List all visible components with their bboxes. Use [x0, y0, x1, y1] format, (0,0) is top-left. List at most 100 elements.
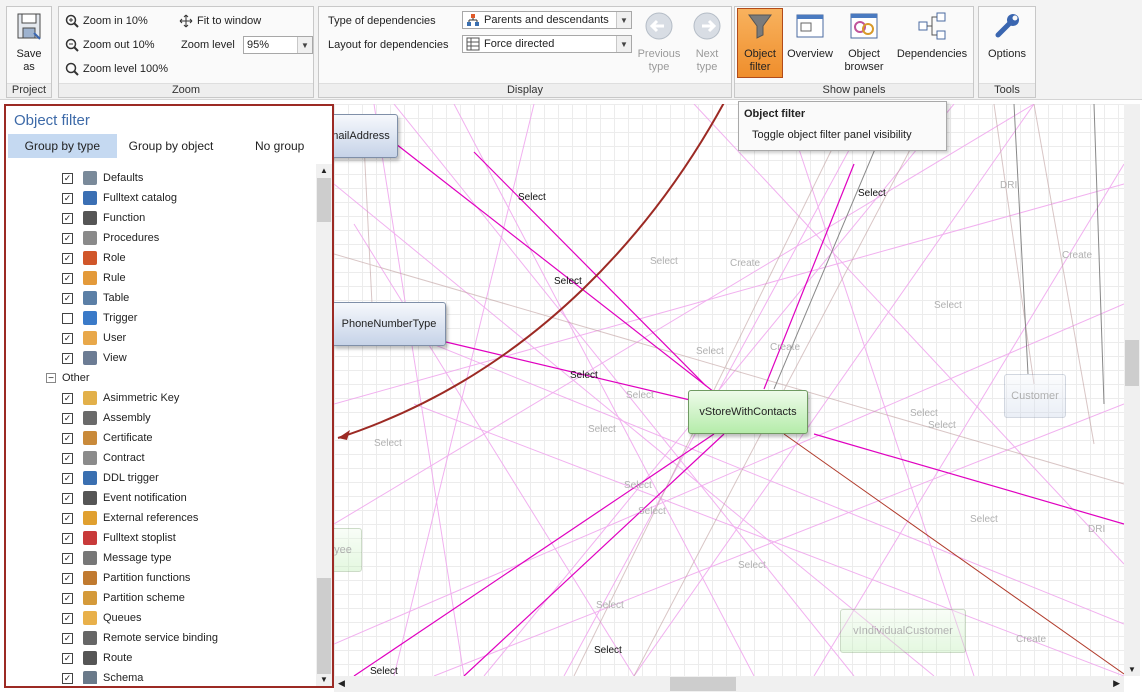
object-browser-button[interactable]: Object browser — [839, 9, 889, 74]
type-checkbox[interactable]: ✓ — [62, 612, 73, 624]
fit-window-button[interactable]: Fit to window — [179, 14, 261, 28]
scroll-thumb[interactable] — [317, 178, 331, 222]
zoom-level-select[interactable]: 95% ▼ — [243, 36, 313, 54]
tab-group-by-type[interactable]: Group by type — [8, 134, 117, 158]
type-checkbox[interactable]: ✓ — [62, 652, 73, 664]
dependency-type-select[interactable]: Parents and descendants ▼ — [462, 11, 632, 29]
object-type-row[interactable]: ✓ Fulltext catalog — [62, 188, 177, 208]
type-checkbox[interactable]: ✓ — [62, 452, 73, 464]
scroll-thumb-lower[interactable] — [317, 578, 331, 674]
previous-type-button[interactable]: Previous type — [637, 9, 681, 74]
type-checkbox[interactable]: ✓ — [62, 412, 73, 424]
edge-label: Select — [554, 276, 582, 287]
type-checkbox[interactable]: ✓ — [62, 172, 73, 184]
object-browser-icon — [850, 13, 878, 39]
type-checkbox[interactable]: ✓ — [62, 352, 73, 364]
type-checkbox[interactable]: ✓ — [62, 292, 73, 304]
diagram-canvas[interactable]: nailAddress PhoneNumberType vStoreWithCo… — [334, 104, 1124, 676]
faint-edge-label: Select — [696, 346, 724, 357]
object-type-row[interactable]: ✓ Route — [62, 648, 132, 668]
dependency-layout-select[interactable]: Force directed ▼ — [462, 35, 632, 53]
canvas-vertical-scrollbar[interactable]: ▼ — [1124, 104, 1140, 676]
zoom-caption: Zoom — [59, 83, 313, 97]
object-type-icon — [83, 531, 97, 545]
object-type-row[interactable]: ✓ Role — [62, 248, 126, 268]
object-type-row[interactable]: ✓ Procedures — [62, 228, 159, 248]
tab-no-group[interactable]: No group — [225, 134, 334, 158]
tab-group-by-object[interactable]: Group by object — [117, 134, 226, 158]
object-type-row[interactable]: ✓ Partition functions — [62, 568, 190, 588]
type-checkbox[interactable]: ✓ — [62, 272, 73, 284]
object-type-row[interactable]: ✓ Message type — [62, 548, 171, 568]
node-employee[interactable]: yee — [334, 528, 362, 572]
node-vstore-with-contacts[interactable]: vStoreWithContacts — [688, 390, 808, 434]
object-filter-button[interactable]: Object filter — [737, 8, 783, 78]
node-email-address[interactable]: nailAddress — [334, 114, 398, 158]
type-checkbox[interactable]: ✓ — [62, 212, 73, 224]
type-checkbox[interactable]: ✓ — [62, 252, 73, 264]
type-checkbox[interactable]: ✓ — [62, 672, 73, 684]
scroll-thumb[interactable] — [1125, 340, 1139, 386]
object-type-row[interactable]: ✓ Table — [62, 288, 129, 308]
zoom-100-icon — [65, 62, 79, 76]
object-type-row[interactable]: ✓ Event notification — [62, 488, 187, 508]
panel-scrollbar[interactable]: ▲ ▼ — [316, 164, 332, 686]
type-checkbox[interactable]: ✓ — [62, 332, 73, 344]
type-checkbox[interactable]: ✓ — [62, 232, 73, 244]
zoom-out-button[interactable]: Zoom out 10% — [65, 38, 155, 52]
node-customer[interactable]: Customer — [1004, 374, 1066, 418]
node-phone-number-type[interactable]: PhoneNumberType — [334, 302, 446, 346]
scroll-down-arrow[interactable]: ▼ — [1128, 665, 1136, 674]
type-checkbox[interactable]: ✓ — [62, 392, 73, 404]
type-checkbox[interactable]: ✓ — [62, 572, 73, 584]
object-type-row[interactable]: Trigger — [62, 308, 137, 328]
options-button[interactable]: Options — [981, 9, 1033, 61]
zoom-100-button[interactable]: Zoom level 100% — [65, 62, 168, 76]
object-type-row[interactable]: ✓ Asimmetric Key — [62, 388, 179, 408]
object-type-row[interactable]: ✓ Partition scheme — [62, 588, 185, 608]
object-type-row[interactable]: ✓ DDL trigger — [62, 468, 159, 488]
object-type-row[interactable]: ✓ Fulltext stoplist — [62, 528, 176, 548]
scroll-left-arrow[interactable]: ◀ — [338, 678, 345, 689]
object-type-row[interactable]: ✓ Assembly — [62, 408, 151, 428]
object-type-row[interactable]: ✓ Function — [62, 208, 145, 228]
type-checkbox[interactable]: ✓ — [62, 192, 73, 204]
type-checkbox[interactable]: ✓ — [62, 552, 73, 564]
zoom-in-button[interactable]: Zoom in 10% — [65, 14, 148, 28]
type-checkbox[interactable]: ✓ — [62, 592, 73, 604]
faint-edge-label: Select — [970, 514, 998, 525]
type-checkbox[interactable]: ✓ — [62, 512, 73, 524]
type-checkbox[interactable]: ✓ — [62, 432, 73, 444]
object-type-row[interactable]: ✓ Defaults — [62, 168, 143, 188]
dependencies-button[interactable]: Dependencies — [893, 9, 971, 61]
overview-button[interactable]: Overview — [785, 9, 835, 61]
type-checkbox[interactable]: ✓ — [62, 632, 73, 644]
object-type-row[interactable]: ✓ Rule — [62, 268, 126, 288]
group-other-row[interactable]: − Other — [46, 368, 90, 388]
project-caption: Project — [7, 83, 51, 97]
next-type-button[interactable]: Next type — [685, 9, 729, 74]
type-checkbox[interactable]: ✓ — [62, 532, 73, 544]
collapse-toggle[interactable]: − — [46, 373, 56, 384]
type-checkbox[interactable]: ✓ — [62, 472, 73, 484]
type-checkbox[interactable] — [62, 312, 73, 324]
scroll-right-arrow[interactable]: ▶ — [1113, 678, 1120, 689]
scroll-down-arrow[interactable]: ▼ — [320, 675, 328, 684]
scroll-up-arrow[interactable]: ▲ — [320, 166, 328, 175]
object-type-row[interactable]: ✓ Contract — [62, 448, 145, 468]
object-type-row[interactable]: ✓ Remote service binding — [62, 628, 218, 648]
object-type-label: Contract — [103, 452, 145, 464]
type-checkbox[interactable]: ✓ — [62, 492, 73, 504]
canvas-horizontal-scrollbar[interactable]: ◀ ▶ — [334, 676, 1124, 692]
object-type-row[interactable]: ✓ View — [62, 348, 127, 368]
scroll-thumb[interactable] — [670, 677, 736, 691]
object-type-row[interactable]: ✓ Certificate — [62, 428, 153, 448]
save-as-button[interactable]: Save as — [9, 9, 49, 74]
object-type-icon — [83, 591, 97, 605]
node-vindividual-customer[interactable]: vIndividualCustomer — [840, 609, 966, 653]
object-type-row[interactable]: ✓ User — [62, 328, 126, 348]
object-type-row[interactable]: ✓ Schema — [62, 668, 143, 684]
object-type-row[interactable]: ✓ Queues — [62, 608, 142, 628]
object-type-icon — [83, 411, 97, 425]
object-type-row[interactable]: ✓ External references — [62, 508, 198, 528]
